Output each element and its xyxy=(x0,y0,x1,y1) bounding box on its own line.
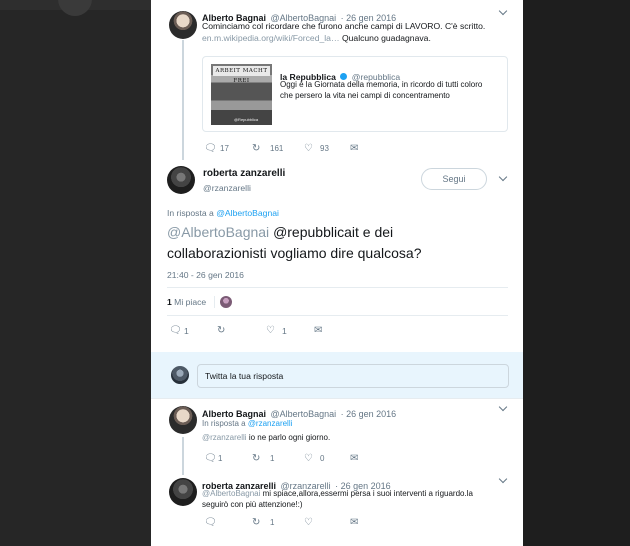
main-line2: collaborazionisti vogliamo dire qualcosa… xyxy=(167,245,422,261)
envelope-icon: ✉ xyxy=(350,143,359,154)
main-author-name[interactable]: roberta zanzarelli xyxy=(203,168,285,179)
reply1-body: io ne parlo ogni giorno. xyxy=(248,433,331,442)
reply1-author-handle: @AlbertoBagnai xyxy=(270,409,337,419)
chevron-down-icon[interactable] xyxy=(498,474,508,484)
heart-icon: ♡ xyxy=(304,143,313,154)
background-left-panel xyxy=(0,0,151,546)
alberto-bagnai-avatar[interactable] xyxy=(169,406,197,434)
reply1-text: @rzanzarelli io ne parlo ogni giorno. xyxy=(202,432,330,444)
envelope-icon: ✉ xyxy=(350,453,359,464)
roberta-zanzarelli-avatar[interactable] xyxy=(169,478,197,506)
likes-summary[interactable]: 1 Mi piace xyxy=(167,297,206,307)
chevron-down-icon[interactable] xyxy=(498,402,508,412)
main-author-handle: @rzanzarelli xyxy=(203,183,251,193)
background-avatar-shadow xyxy=(58,0,92,16)
retweet-count: 1 xyxy=(270,518,275,527)
reply1-in-reply-prefix: In risposta a xyxy=(202,419,246,428)
main-tweet-text: @AlbertoBagnai @repubblicait e dei colla… xyxy=(167,222,421,264)
liker-avatar[interactable] xyxy=(220,296,232,308)
retweet-count: 161 xyxy=(270,144,284,153)
heart-icon: ♡ xyxy=(304,453,313,464)
alberto-bagnai-avatar[interactable] xyxy=(169,11,197,39)
quoted-line1: Oggi è la Giornata della memoria, in ric… xyxy=(280,80,483,89)
heart-icon: ♡ xyxy=(304,517,313,528)
top-tweet-actions: 🗨︎ 17 ↻ 161 ♡ 93 ✉ xyxy=(204,144,424,156)
likes-separator xyxy=(214,296,215,308)
reply-icon: 🗨︎ xyxy=(169,325,182,336)
wikipedia-link[interactable]: en.m.wikipedia.org/wiki/Forced_la… xyxy=(202,33,340,43)
top-tweet-text: Cominciamo col ricordare che furono anch… xyxy=(202,20,485,44)
reply-icon: 🗨︎ xyxy=(204,143,217,154)
divider xyxy=(167,287,508,288)
tweet-conversation-card: Alberto Bagnai @AlbertoBagnai · 26 gen 2… xyxy=(151,0,523,546)
reply-input[interactable]: Twitta la tua risposta xyxy=(197,364,509,388)
chevron-down-icon[interactable] xyxy=(498,6,508,16)
envelope-icon: ✉ xyxy=(314,325,323,336)
retweet-icon: ↻ xyxy=(217,325,226,336)
reply1-actions: 🗨︎ 1 ↻ 1 ♡ 0 ✉ xyxy=(204,454,424,466)
retweet-count: 1 xyxy=(270,454,275,463)
reply2-text: @AlbertoBagnai mi spiace,allora,essermi … xyxy=(202,488,473,510)
reply1-in-reply-to: In risposta a @rzanzarelli xyxy=(202,419,292,428)
reply-icon: 🗨︎ xyxy=(204,517,217,528)
like-count: 0 xyxy=(320,454,325,463)
likes-summary-count: 1 xyxy=(167,297,172,307)
quoted-line2: che persero la vita nei campi di concent… xyxy=(280,91,450,100)
envelope-icon: ✉ xyxy=(350,517,359,528)
quoted-tweet-card[interactable]: ARBEIT MACHT FREI @Repubblica la Repubbl… xyxy=(202,56,508,132)
retweet-icon: ↻ xyxy=(252,143,261,154)
reply2-actions: 🗨︎ ↻ 1 ♡ ✉ xyxy=(204,518,424,530)
main-mention[interactable]: @AlbertoBagnai xyxy=(167,224,269,240)
main-tweet-actions: 🗨︎ 1 ↻ ♡ 1 ✉ xyxy=(169,326,389,338)
reply-count: 17 xyxy=(220,144,229,153)
reply2-line1: mi spiace,allora,essermi persa i suoi in… xyxy=(262,489,473,498)
like-count: 93 xyxy=(320,144,329,153)
reply-count: 1 xyxy=(184,326,189,336)
quoted-tweet-image: ARBEIT MACHT FREI @Repubblica xyxy=(211,64,272,125)
roberta-zanzarelli-avatar[interactable] xyxy=(167,166,195,194)
reply1-author-name[interactable]: Alberto Bagnai xyxy=(202,409,266,419)
main-timestamp[interactable]: 21:40 - 26 gen 2016 xyxy=(167,270,244,280)
thread-connector-line xyxy=(182,437,184,475)
follow-button[interactable]: Segui xyxy=(421,168,487,190)
reply-count: 1 xyxy=(218,454,223,463)
reply-icon: 🗨︎ xyxy=(204,453,217,464)
quoted-tweet-text: Oggi è la Giornata della memoria, in ric… xyxy=(280,79,482,101)
chevron-down-icon[interactable] xyxy=(498,172,508,182)
reply1-date[interactable]: · 26 gen 2016 xyxy=(341,409,397,419)
top-tweet-line2: Qualcuno guadagnava. xyxy=(341,33,431,43)
retweet-icon: ↻ xyxy=(252,453,261,464)
image-watermark: @Repubblica xyxy=(234,117,259,122)
reply2-mention[interactable]: @AlbertoBagnai xyxy=(202,489,260,498)
likes-summary-label: Mi piace xyxy=(174,297,207,307)
background-right-panel xyxy=(523,0,630,546)
current-user-avatar xyxy=(171,366,189,384)
reply1-in-reply-handle[interactable]: @rzanzarelli xyxy=(248,419,293,428)
thread-connector-line xyxy=(182,40,184,160)
in-reply-to-prefix: In risposta a xyxy=(167,208,214,218)
in-reply-to-handle[interactable]: @AlbertoBagnai xyxy=(216,208,279,218)
in-reply-to-line: In risposta a @AlbertoBagnai xyxy=(167,208,279,218)
main-line1: @repubblicait e dei xyxy=(273,224,394,240)
top-tweet-line1: Cominciamo col ricordare che furono anch… xyxy=(202,21,486,31)
divider xyxy=(167,315,508,316)
like-count: 1 xyxy=(282,326,287,336)
reply1-mention[interactable]: @rzanzarelli xyxy=(202,433,247,442)
divider xyxy=(151,398,523,399)
heart-icon: ♡ xyxy=(266,325,275,336)
arbeit-macht-frei-sign: ARBEIT MACHT FREI xyxy=(213,66,270,84)
retweet-icon: ↻ xyxy=(252,517,261,528)
reply2-line2: seguirò con più attenzione!:) xyxy=(202,500,303,509)
